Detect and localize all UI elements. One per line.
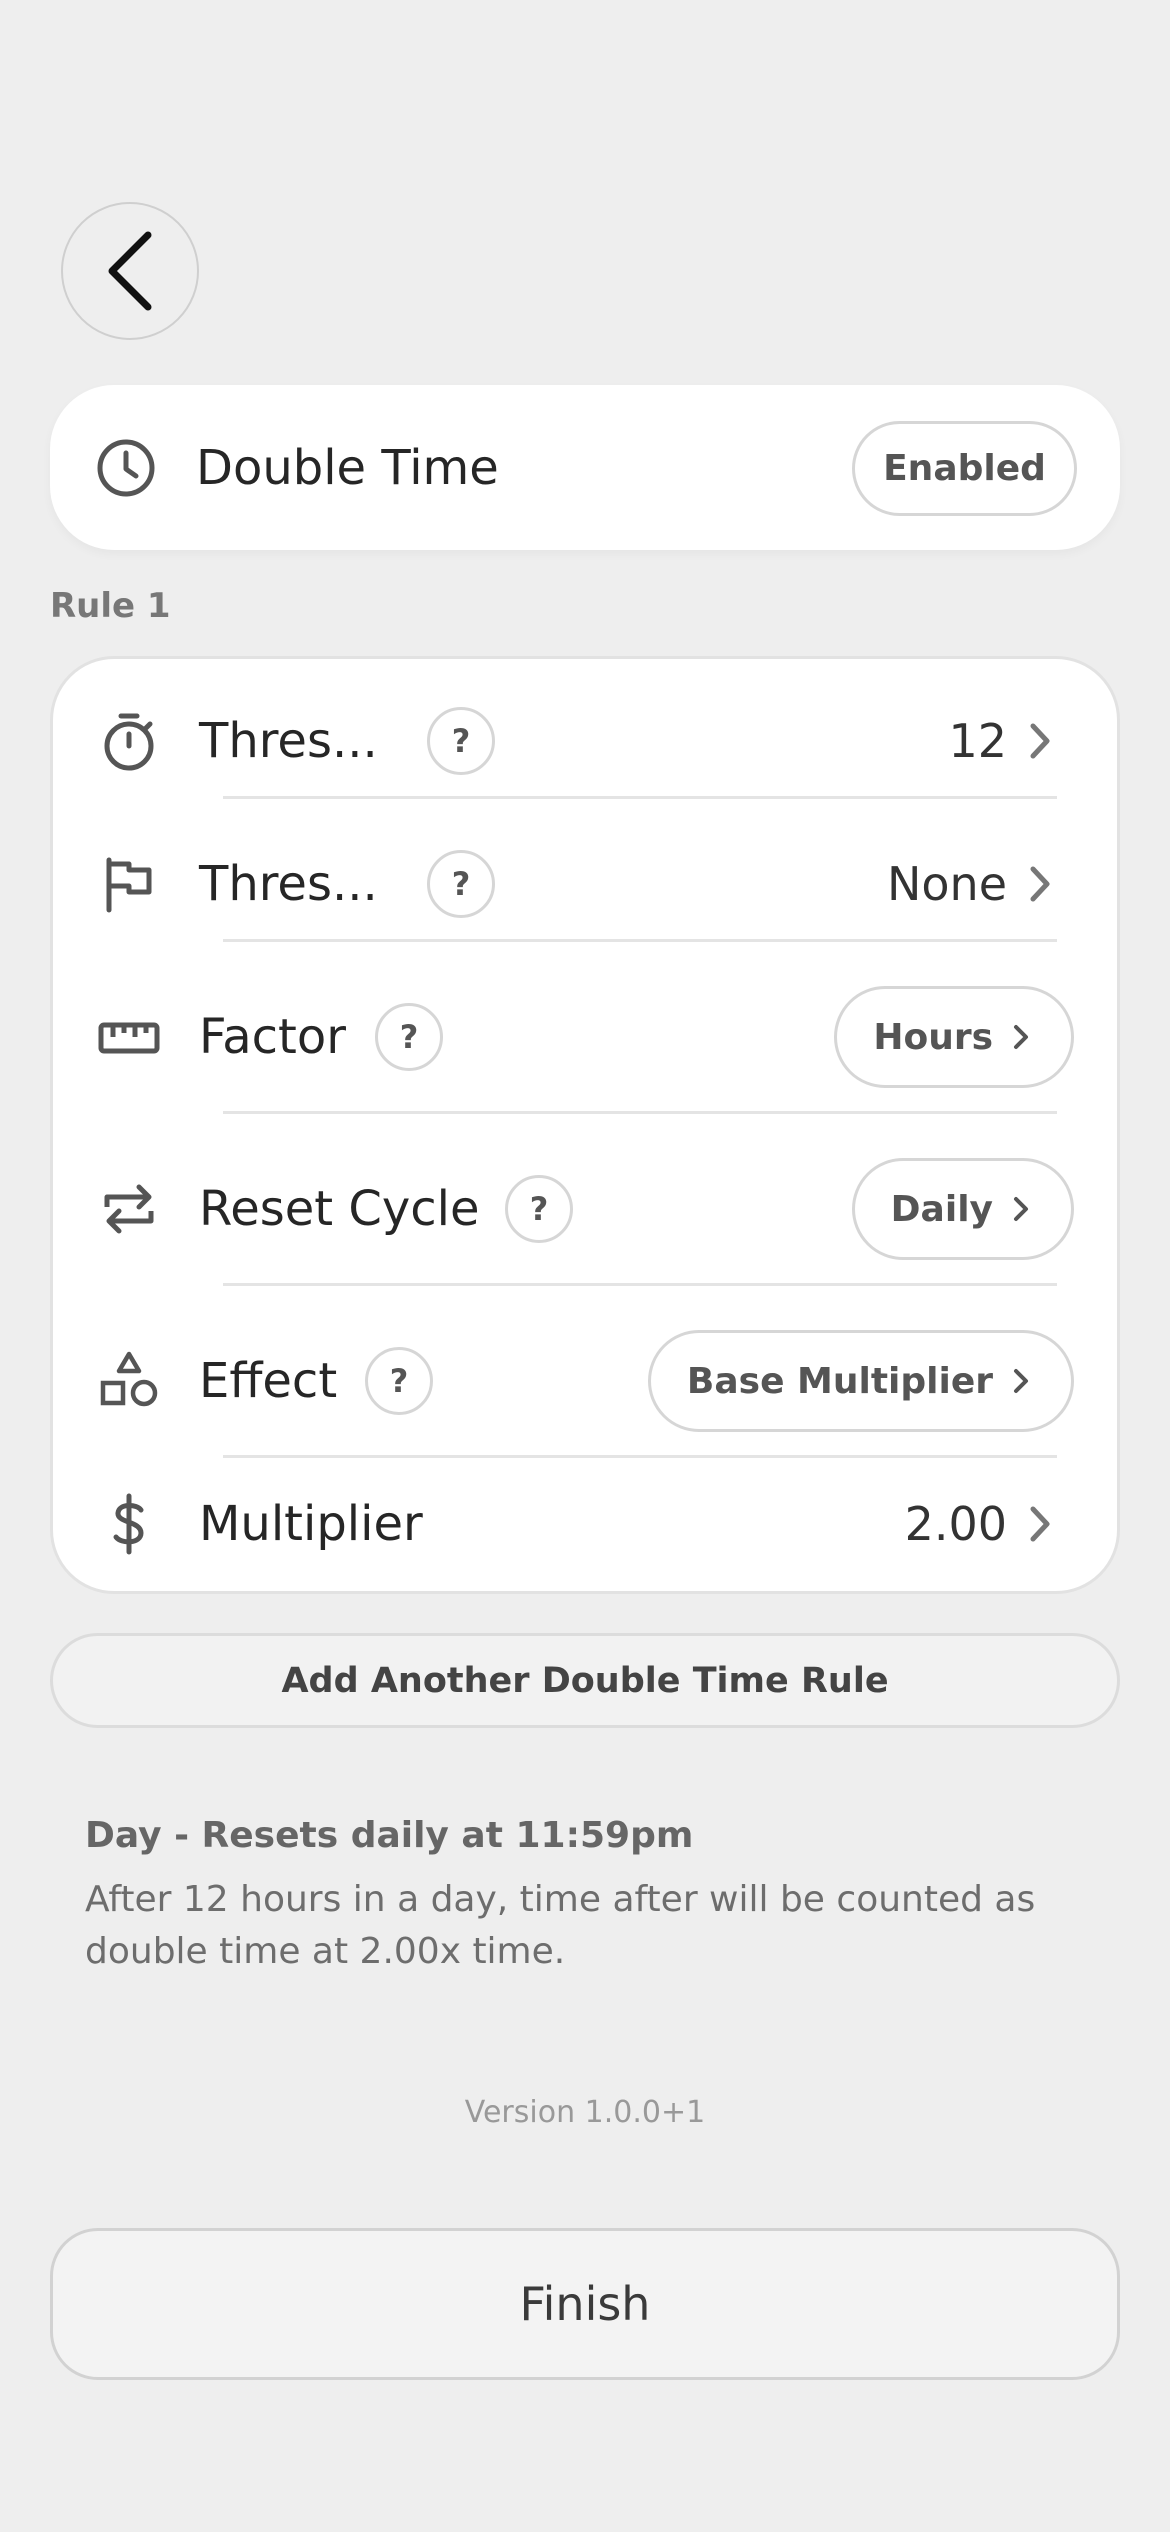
add-rule-button[interactable]: Add Another Double Time Rule xyxy=(50,1633,1120,1728)
threshold-hours-row[interactable]: Thres... ? 12 xyxy=(53,671,1117,811)
effect-label: Effect xyxy=(199,1353,338,1409)
factor-label: Factor xyxy=(199,1009,346,1065)
chevron-right-icon xyxy=(1014,1025,1028,1049)
effect-select-button[interactable]: Base Multiplier xyxy=(647,1330,1074,1432)
back-button[interactable] xyxy=(61,202,199,340)
finish-button[interactable]: Finish xyxy=(50,2228,1120,2380)
chevron-right-icon xyxy=(1014,1369,1028,1393)
ruler-icon xyxy=(98,1022,160,1054)
shapes-icon xyxy=(100,1351,158,1407)
divider xyxy=(223,939,1057,942)
multiplier-value: 2.00 xyxy=(904,1497,1007,1551)
repeat-icon xyxy=(104,1184,154,1234)
reset-cycle-select-button[interactable]: Daily xyxy=(851,1158,1074,1260)
summary-title: Day - Resets daily at 11:59pm xyxy=(85,1815,694,1856)
summary-text: After 12 hours in a day, time after will… xyxy=(85,1879,1036,1972)
threshold-secondary-value: None xyxy=(886,857,1007,911)
threshold-secondary-help-button[interactable]: ? xyxy=(427,850,495,918)
threshold-label: Thres... xyxy=(199,713,378,769)
stopwatch-icon xyxy=(104,713,154,771)
factor-value: Hours xyxy=(873,1016,993,1058)
divider xyxy=(223,796,1057,799)
chevron-right-icon xyxy=(1030,866,1050,902)
factor-row: Factor ? Hours xyxy=(53,952,1117,1122)
version-label: Version 1.0.0+1 xyxy=(464,2095,706,2130)
reset-cycle-label: Reset Cycle xyxy=(199,1181,480,1237)
reset-cycle-help-button[interactable]: ? xyxy=(505,1175,573,1243)
flag-icon xyxy=(106,857,152,913)
reset-cycle-value: Daily xyxy=(890,1188,993,1230)
factor-select-button[interactable]: Hours xyxy=(834,986,1074,1088)
divider xyxy=(223,1111,1057,1114)
threshold-secondary-row[interactable]: Thres... ? None xyxy=(53,814,1117,954)
divider xyxy=(223,1283,1057,1286)
effect-row: Effect ? Base Multiplier xyxy=(53,1296,1117,1466)
chevron-left-icon xyxy=(108,231,152,311)
threshold-value: 12 xyxy=(948,714,1007,768)
rule-settings-card: Thres... ? 12 Thres... ? None Factor ? H… xyxy=(50,656,1120,1594)
reset-cycle-row: Reset Cycle ? Daily xyxy=(53,1124,1117,1294)
factor-help-button[interactable]: ? xyxy=(375,1003,443,1071)
rule-label: Rule 1 xyxy=(50,586,171,626)
chevron-right-icon xyxy=(1030,1506,1050,1542)
multiplier-row[interactable]: Multiplier 2.00 xyxy=(53,1459,1117,1589)
chevron-right-icon xyxy=(1030,723,1050,759)
chevron-right-icon xyxy=(1014,1197,1028,1221)
effect-value: Base Multiplier xyxy=(686,1360,993,1402)
threshold-secondary-label: Thres... xyxy=(199,856,378,912)
dollar-icon xyxy=(113,1493,144,1555)
double-time-header-card: Double Time Enabled xyxy=(50,385,1120,550)
threshold-help-button[interactable]: ? xyxy=(427,707,495,775)
page-title: Double Time xyxy=(196,439,499,496)
clock-icon xyxy=(97,439,155,496)
effect-help-button[interactable]: ? xyxy=(365,1347,433,1415)
multiplier-label: Multiplier xyxy=(199,1496,423,1552)
enabled-toggle-button[interactable]: Enabled xyxy=(852,421,1077,516)
divider xyxy=(223,1455,1057,1458)
